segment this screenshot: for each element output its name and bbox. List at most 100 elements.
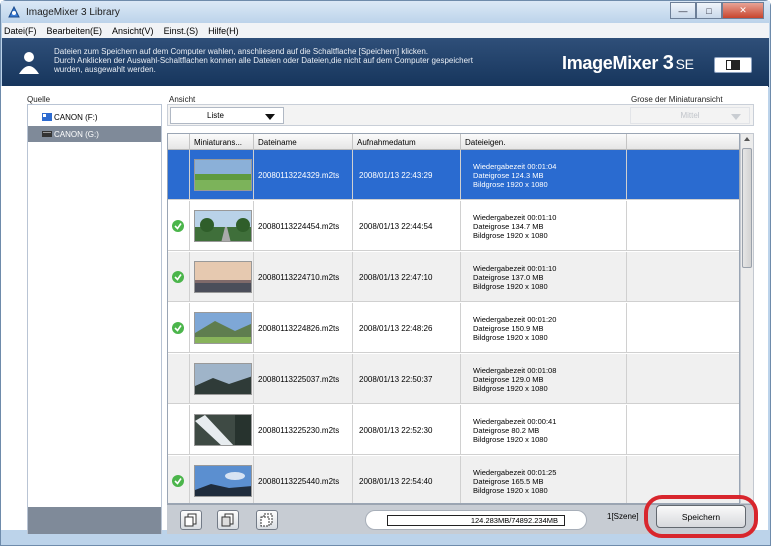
minimize-button[interactable]: —: [670, 2, 696, 19]
date-cell: 2008/01/13 22:44:54: [353, 201, 461, 251]
resolution-text: Bildgrose 1920 x 1080: [473, 230, 548, 240]
thumbnail-cell: [190, 405, 254, 455]
menu-hilfe[interactable]: Hilfe(H): [208, 26, 239, 36]
select-all-button[interactable]: [180, 510, 202, 530]
duration-text: Wiedergabezeit 00:01:20: [473, 314, 557, 324]
thumbnail-cell: [190, 201, 254, 251]
status-cell: [168, 303, 190, 353]
date-cell: 2008/01/13 22:54:40: [353, 456, 461, 503]
table-row[interactable]: 20080113224826.m2ts 2008/01/13 22:48:26 Wi…: [168, 303, 739, 353]
empty-cell: [627, 303, 739, 353]
save-button[interactable]: Speichern: [656, 505, 746, 528]
empty-cell: [627, 201, 739, 251]
menu-bar: Datei(F) Bearbeiten(E) Ansicht(V) Einst.…: [2, 23, 769, 38]
duration-text: Wiedergabezeit 00:01:08: [473, 365, 557, 375]
storage-value: 124.283MB/74892.234MB: [387, 514, 565, 526]
date-cell: 2008/01/13 22:43:29: [353, 150, 461, 200]
instruction-banner: Dateien zum Speichern auf dem Computer w…: [2, 38, 769, 87]
duration-text: Wiedergabezeit 00:01:25: [473, 467, 557, 477]
storage-indicator: 124.283MB/74892.234MB: [365, 510, 587, 530]
deselect-button[interactable]: [256, 510, 278, 530]
filename-cell: 20080113224826.m2ts: [254, 303, 353, 353]
close-button[interactable]: ✕: [722, 2, 764, 19]
source-label: CANON (G:): [54, 129, 99, 139]
status-cell: [168, 456, 190, 503]
video-thumbnail: [194, 210, 252, 242]
properties-cell: Wiedergabezeit 00:01:10 Dateigrose 137.0 …: [461, 252, 627, 302]
table-row[interactable]: 20080113224329.m2ts 2008/01/13 22:43:29 Wi…: [168, 150, 739, 200]
menu-bearbeiten[interactable]: Bearbeiten(E): [47, 26, 103, 36]
scene-count: 1[Szene]: [607, 512, 639, 521]
banner-message: Dateien zum Speichern auf dem Computer w…: [54, 47, 473, 74]
saved-check-icon: [172, 322, 184, 334]
empty-cell: [627, 405, 739, 455]
video-thumbnail: [194, 363, 252, 395]
filesize-text: Dateigrose 134.7 MB: [473, 221, 544, 231]
duration-text: Wiedergabezeit 00:00:41: [473, 416, 557, 426]
filesize-text: Dateigrose 124.3 MB: [473, 170, 544, 180]
table-row[interactable]: 20080113225230.m2ts 2008/01/13 22:52:30 Wi…: [168, 405, 739, 455]
filename-cell: 20080113224329.m2ts: [254, 150, 353, 200]
properties-cell: Wiedergabezeit 00:00:41 Dateigrose 80.2 M…: [461, 405, 627, 455]
video-thumbnail: [194, 261, 252, 293]
source-panel-footer: [28, 507, 161, 534]
video-thumbnail: [194, 414, 252, 446]
source-item-canon-f[interactable]: CANON (F:): [28, 109, 161, 125]
date-cell: 2008/01/13 22:50:37: [353, 354, 461, 404]
menu-ansicht[interactable]: Ansicht(V): [112, 26, 154, 36]
source-item-canon-g[interactable]: CANON (G:): [28, 126, 161, 142]
panel-toggle-button[interactable]: [714, 57, 752, 73]
thumb-size-label: Grose der Miniaturansicht: [631, 95, 723, 104]
select-unsaved-button[interactable]: [217, 510, 239, 530]
view-toolbar: Liste Mittel: [167, 104, 754, 126]
column-header-properties[interactable]: Dateieigen.: [461, 134, 627, 150]
date-cell: 2008/01/13 22:48:26: [353, 303, 461, 353]
properties-cell: Wiedergabezeit 00:01:08 Dateigrose 129.0 …: [461, 354, 627, 404]
scroll-up-icon[interactable]: [741, 134, 753, 144]
resolution-text: Bildgrose 1920 x 1080: [473, 179, 548, 189]
maximize-button[interactable]: □: [696, 2, 722, 19]
empty-cell: [627, 354, 739, 404]
thumbnail-cell: [190, 456, 254, 503]
drive-icon: [42, 130, 52, 138]
view-mode-select[interactable]: Liste: [170, 107, 284, 124]
table-row[interactable]: 20080113224710.m2ts 2008/01/13 22:47:10 Wi…: [168, 252, 739, 302]
source-label: CANON (F:): [54, 112, 98, 122]
thumb-size-select[interactable]: Mittel: [630, 107, 750, 124]
thumbnail-cell: [190, 354, 254, 404]
table-row[interactable]: 20080113225037.m2ts 2008/01/13 22:50:37 Wi…: [168, 354, 739, 404]
menu-datei[interactable]: Datei(F): [4, 26, 37, 36]
copy-none-icon: [260, 513, 273, 527]
filename-cell: 20080113225230.m2ts: [254, 405, 353, 455]
video-thumbnail: [194, 159, 252, 191]
resolution-text: Bildgrose 1920 x 1080: [473, 485, 548, 495]
table-header: Miniaturans... Dateiname Aufnahmedatum D…: [168, 134, 739, 150]
resolution-text: Bildgrose 1920 x 1080: [473, 434, 548, 444]
chevron-down-icon: [731, 114, 741, 120]
filesize-text: Dateigrose 150.9 MB: [473, 323, 544, 333]
vertical-scrollbar[interactable]: [740, 133, 754, 504]
thumbnail-cell: [190, 150, 254, 200]
ansicht-label: Ansicht: [169, 95, 196, 104]
scrollbar-thumb[interactable]: [742, 148, 752, 268]
column-header-date[interactable]: Aufnahmedatum: [353, 134, 461, 150]
column-header-thumbnail[interactable]: Miniaturans...: [190, 134, 254, 150]
column-header-filename[interactable]: Dateiname: [254, 134, 353, 150]
filesize-text: Dateigrose 80.2 MB: [473, 425, 540, 435]
chevron-down-icon: [265, 114, 275, 120]
resolution-text: Bildgrose 1920 x 1080: [473, 281, 548, 291]
empty-cell: [627, 150, 739, 200]
window-title: ImageMixer 3 Library: [26, 6, 120, 18]
check-column-header[interactable]: [168, 134, 190, 150]
quelle-label: Quelle: [27, 95, 51, 104]
column-header-empty: [627, 134, 739, 150]
thumb-size-value: Mittel: [680, 111, 700, 120]
filesize-text: Dateigrose 165.5 MB: [473, 476, 544, 486]
table-row[interactable]: 20080113224454.m2ts 2008/01/13 22:44:54 Wi…: [168, 201, 739, 251]
file-table: Miniaturans... Dateiname Aufnahmedatum D…: [167, 133, 740, 504]
status-cell: [168, 405, 190, 455]
app-icon: [7, 5, 21, 19]
filename-cell: 20080113224710.m2ts: [254, 252, 353, 302]
properties-cell: Wiedergabezeit 00:01:04 Dateigrose 124.3 …: [461, 150, 627, 200]
menu-einst[interactable]: Einst.(S): [164, 26, 199, 36]
